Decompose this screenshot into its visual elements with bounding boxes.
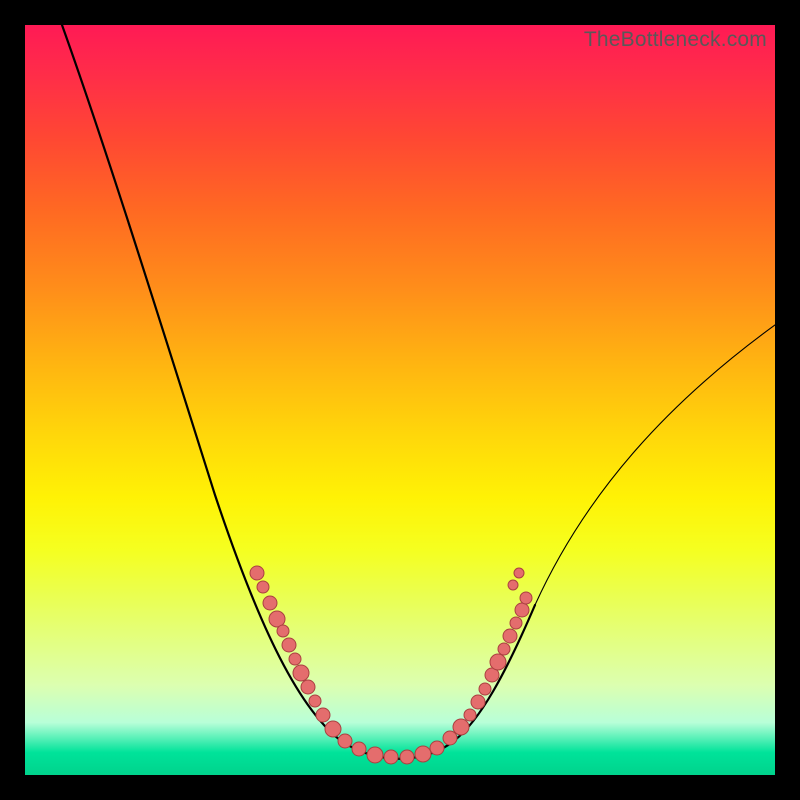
curve-path-right <box>535 325 775 605</box>
highlight-dots <box>250 566 532 764</box>
chart-frame: TheBottleneck.com <box>0 0 800 800</box>
watermark-label: TheBottleneck.com <box>584 28 767 52</box>
plot-area: TheBottleneck.com <box>25 25 775 775</box>
curve-path <box>62 25 535 759</box>
bottleneck-curve <box>25 25 775 775</box>
